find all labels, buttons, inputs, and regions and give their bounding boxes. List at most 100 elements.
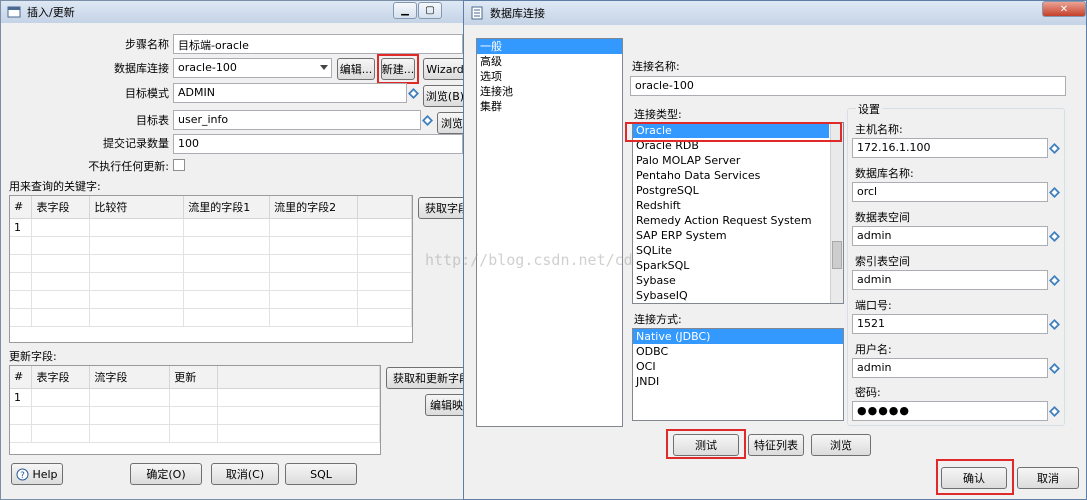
keys-col-stream-field1[interactable]: 流里的字段1 [183, 196, 271, 219]
step-name-input[interactable]: 目标端-oracle [173, 34, 463, 54]
access-item[interactable]: JNDI [633, 374, 843, 389]
db-name-label: 数据库名称: [855, 167, 914, 180]
no-update-label: 不执行任何更新: [88, 160, 169, 173]
conn-name-label: 连接名称: [632, 60, 680, 73]
access-item[interactable]: Native (JDBC) [633, 329, 843, 344]
db-name-input[interactable]: orcl [852, 182, 1048, 202]
conn-name-input[interactable]: oracle-100 [630, 76, 1066, 96]
insert-update-dialog: 插入/更新 ▁ ▢ 步骤名称 目标端-oracle 数据库连接 oracle-1… [0, 0, 466, 500]
target-schema-input[interactable]: ADMIN [173, 83, 407, 103]
table-cell[interactable] [31, 218, 91, 237]
table-cell[interactable] [183, 218, 271, 237]
index-tablespace-label: 索引表空间 [855, 255, 910, 268]
password-input[interactable]: ●●●●● [852, 401, 1048, 421]
table-row [10, 236, 412, 255]
get-update-fields-button[interactable]: 获取和更新字段 [386, 367, 465, 389]
tablespace-input[interactable]: admin [852, 226, 1048, 246]
password-label: 密码: [855, 386, 881, 399]
browse-db-button[interactable]: 浏览 [811, 434, 871, 456]
scrollbar-thumb[interactable] [832, 241, 842, 269]
access-list[interactable]: Native (JDBC) ODBC OCI JNDI [632, 328, 844, 421]
update-col-table-field[interactable]: 表字段 [31, 366, 91, 389]
browse-table-button[interactable]: 浏览 [437, 112, 465, 134]
update-table[interactable]: # 表字段 流字段 更新 1 [9, 365, 381, 455]
target-schema-label: 目标模式 [125, 87, 169, 100]
dropdown-arrow-icon[interactable] [320, 65, 328, 71]
keys-col-comparator[interactable]: 比较符 [89, 196, 185, 219]
conn-type-item[interactable]: SQLite [633, 243, 843, 258]
step-name-label: 步骤名称 [125, 38, 169, 51]
conn-type-item[interactable]: SybaseIQ [633, 288, 843, 303]
help-label: Help [32, 467, 58, 481]
no-update-checkbox[interactable] [173, 159, 185, 171]
conn-type-list[interactable]: Oracle Oracle RDB Palo MOLAP Server Pent… [632, 122, 844, 304]
conn-type-item[interactable]: Sybase [633, 273, 843, 288]
variable-diamond-icon [1049, 275, 1060, 286]
wizard-button[interactable]: Wizard [423, 58, 465, 80]
conn-type-item[interactable]: SAP ERP System [633, 228, 843, 243]
conn-type-scrollbar[interactable] [830, 123, 843, 303]
keys-col-index[interactable]: # [10, 196, 33, 219]
update-section-label: 更新字段: [9, 350, 57, 363]
user-input[interactable]: admin [852, 358, 1048, 378]
nav-list[interactable]: 一般 高级 选项 连接池 集群 [476, 38, 623, 427]
table-cell[interactable] [89, 388, 171, 407]
edit-connection-button[interactable]: 编辑... [337, 58, 375, 80]
db-connection-titlebar[interactable]: 数据库连接 [464, 1, 1086, 25]
variable-diamond-icon [1049, 143, 1060, 154]
table-cell[interactable] [31, 388, 91, 407]
update-col-update[interactable]: 更新 [169, 366, 219, 389]
commit-size-label: 提交记录数量 [103, 137, 169, 150]
table-row[interactable]: 1 [10, 218, 412, 237]
conn-type-item[interactable]: Redshift [633, 198, 843, 213]
keys-col-table-field[interactable]: 表字段 [31, 196, 91, 219]
host-label: 主机名称: [855, 123, 903, 136]
edit-mapping-button[interactable]: 编辑映射 [425, 394, 465, 416]
table-cell[interactable] [269, 218, 359, 237]
port-input[interactable]: 1521 [852, 314, 1048, 334]
watermark: http://blog.csdn.net/cd [425, 251, 633, 269]
features-button[interactable]: 特征列表 [748, 434, 804, 456]
commit-size-input[interactable]: 100 [173, 134, 463, 154]
db-conn-select[interactable]: oracle-100 [173, 58, 332, 78]
conn-type-item[interactable]: PostgreSQL [633, 183, 843, 198]
minimize-button[interactable]: ▁ [393, 2, 417, 19]
conn-type-item[interactable]: Pentaho Data Services [633, 168, 843, 183]
table-cell[interactable] [89, 218, 185, 237]
table-cell[interactable] [169, 388, 219, 407]
variable-diamond-icon [1049, 319, 1060, 330]
dialog-cancel-button[interactable]: 取消 [1017, 467, 1079, 489]
conn-type-item[interactable]: SparkSQL [633, 258, 843, 273]
access-item[interactable]: OCI [633, 359, 843, 374]
access-item[interactable]: ODBC [633, 344, 843, 359]
db-connection-title: 数据库连接 [490, 7, 545, 20]
nav-item-general[interactable]: 一般 [477, 39, 622, 54]
update-col-filler [217, 366, 380, 389]
ok-button[interactable]: 确定(O) [130, 463, 202, 485]
update-col-index[interactable]: # [10, 366, 33, 389]
help-button[interactable]: ? Help [11, 463, 63, 485]
sql-button[interactable]: SQL [285, 463, 357, 485]
cancel-button[interactable]: 取消(C) [211, 463, 279, 485]
settings-group-label: 设置 [856, 101, 882, 117]
target-table-input[interactable]: user_info [173, 110, 421, 130]
browse-schema-button[interactable]: 浏览(B) [423, 85, 465, 107]
table-row [10, 406, 380, 425]
get-fields-button[interactable]: 获取字段 [418, 197, 465, 219]
conn-type-item[interactable]: Palo MOLAP Server [633, 153, 843, 168]
maximize-button[interactable]: ▢ [418, 2, 442, 19]
table-row [10, 254, 412, 273]
index-tablespace-input[interactable]: admin [852, 270, 1048, 290]
table-row[interactable]: 1 [10, 388, 380, 407]
conn-type-item[interactable]: Remedy Action Request System [633, 213, 843, 228]
nav-item-advanced[interactable]: 高级 [477, 54, 622, 69]
nav-item-options[interactable]: 选项 [477, 69, 622, 84]
update-col-stream-field[interactable]: 流字段 [89, 366, 171, 389]
keys-table[interactable]: # 表字段 比较符 流里的字段1 流里的字段2 1 [9, 195, 413, 343]
keys-col-stream-field2[interactable]: 流里的字段2 [269, 196, 359, 219]
close-button[interactable]: ✕ [1042, 1, 1086, 17]
variable-diamond-icon [1049, 406, 1060, 417]
nav-item-pooling[interactable]: 连接池 [477, 84, 622, 99]
nav-item-cluster[interactable]: 集群 [477, 99, 622, 114]
host-input[interactable]: 172.16.1.100 [852, 138, 1048, 158]
